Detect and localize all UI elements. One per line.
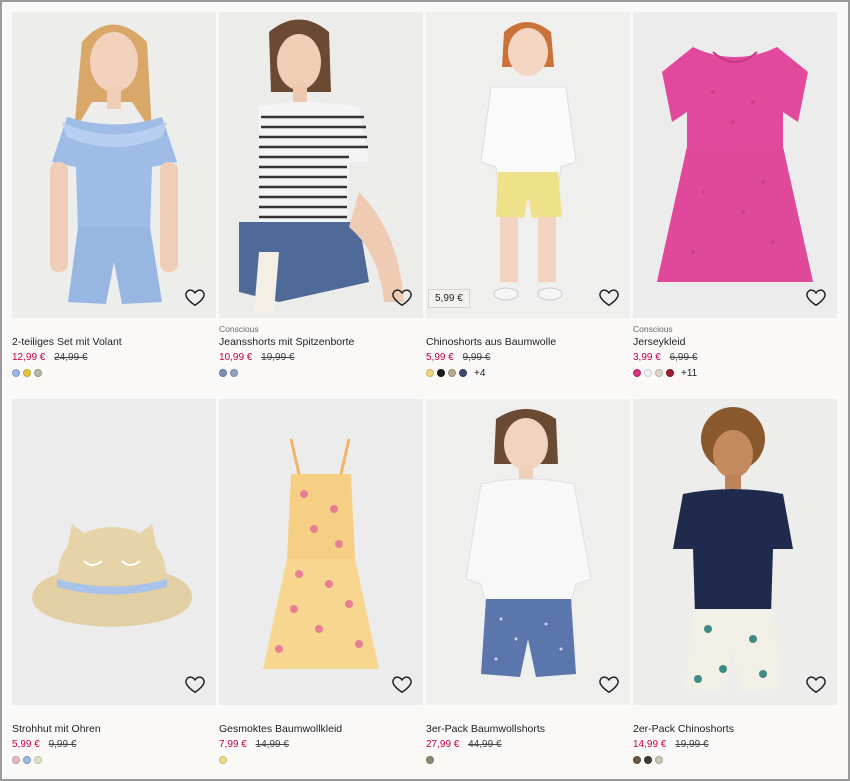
product-image[interactable] [12,12,216,318]
original-price: 19,99 € [675,739,709,750]
sale-price: 5,99 € [426,352,454,363]
sale-price: 14,99 € [633,739,667,750]
original-price: 24,99 € [54,352,88,363]
price-row: 3,99 € 6,99 € [633,351,837,364]
product-image[interactable]: 5,99 € [426,12,630,318]
product-card[interactable]: Conscious Jeansshorts mit Spitzenborte 1… [219,12,423,378]
original-price: 19,99 € [261,352,295,363]
price-tag: 5,99 € [428,289,470,308]
original-price: 44,99 € [468,739,502,750]
color-swatch[interactable] [34,369,42,377]
color-swatch[interactable] [666,369,674,377]
product-card[interactable]: 2-teiliges Set mit Volant 12,99 € 24,99 … [12,12,216,378]
color-swatch[interactable] [644,756,652,764]
product-name[interactable]: Chinoshorts aus Baumwolle [426,336,630,349]
price-row: 14,99 € 19,99 € [633,738,837,751]
conscious-label [426,324,630,335]
price-row: 5,99 € 9,99 € [12,738,216,751]
product-image[interactable] [219,12,423,318]
color-swatches [633,755,837,765]
product-name[interactable]: Jeansshorts mit Spitzenborte [219,336,423,349]
original-price: 9,99 € [48,739,77,750]
color-swatches: +11 [633,368,837,379]
product-name[interactable]: 2er-Pack Chinoshorts [633,723,837,736]
sale-price: 10,99 € [219,352,253,363]
heart-outline-icon[interactable] [598,286,620,308]
sale-price: 3,99 € [633,352,661,363]
sale-price: 12,99 € [12,352,46,363]
product-card[interactable]: Conscious Jerseykleid 3,99 € 6,99 € +11 [633,12,837,379]
color-swatch[interactable] [23,369,31,377]
more-colors-count[interactable]: +11 [681,368,697,379]
product-image[interactable] [426,399,630,705]
price-row: 5,99 € 9,99 € [426,351,630,364]
heart-outline-icon[interactable] [184,286,206,308]
heart-outline-icon[interactable] [391,673,413,695]
color-swatches [426,755,630,765]
product-name[interactable]: Strohhut mit Ohren [12,723,216,736]
sale-price: 27,99 € [426,739,460,750]
color-swatch[interactable] [34,756,42,764]
product-card[interactable]: 3er-Pack Baumwollshorts 27,99 € 44,99 € [426,399,630,765]
color-swatch[interactable] [644,369,652,377]
color-swatches [12,755,216,765]
color-swatch[interactable] [426,756,434,764]
color-swatch[interactable] [459,369,467,377]
color-swatches [219,755,423,765]
color-swatch[interactable] [219,756,227,764]
price-row: 10,99 € 19,99 € [219,351,423,364]
sale-price: 7,99 € [219,739,247,750]
product-card[interactable]: Gesmoktes Baumwollkleid 7,99 € 14,99 € [219,399,423,765]
product-image[interactable] [633,12,837,318]
color-swatches [12,368,216,378]
color-swatch[interactable] [655,369,663,377]
original-price: 14,99 € [255,739,289,750]
color-swatch[interactable] [633,369,641,377]
product-grid: 2-teiliges Set mit Volant 12,99 € 24,99 … [2,2,848,779]
product-card[interactable]: 5,99 € Chinoshorts aus Baumwolle 5,99 € … [426,12,630,379]
color-swatches: +4 [426,368,630,379]
heart-outline-icon[interactable] [391,286,413,308]
conscious-label: Conscious [219,324,259,334]
color-swatch[interactable] [12,369,20,377]
product-name[interactable]: Jerseykleid [633,336,837,349]
heart-outline-icon[interactable] [598,673,620,695]
product-image[interactable] [12,399,216,705]
conscious-label: Conscious [633,324,673,334]
color-swatches [219,368,423,378]
price-row: 12,99 € 24,99 € [12,351,216,364]
color-swatch[interactable] [426,369,434,377]
color-swatch[interactable] [230,369,238,377]
product-grid-frame: 2-teiliges Set mit Volant 12,99 € 24,99 … [0,0,850,781]
color-swatch[interactable] [219,369,227,377]
product-image[interactable] [219,399,423,705]
color-swatch[interactable] [633,756,641,764]
product-name[interactable]: Gesmoktes Baumwollkleid [219,723,423,736]
original-price: 6,99 € [669,352,698,363]
heart-outline-icon[interactable] [805,673,827,695]
product-name[interactable]: 2-teiliges Set mit Volant [12,336,216,349]
conscious-label [426,711,630,722]
price-row: 7,99 € 14,99 € [219,738,423,751]
conscious-label [219,711,423,722]
product-card[interactable]: Strohhut mit Ohren 5,99 € 9,99 € [12,399,216,765]
conscious-label [633,711,837,722]
original-price: 9,99 € [462,352,491,363]
color-swatch[interactable] [448,369,456,377]
conscious-label [12,324,216,335]
color-swatch[interactable] [437,369,445,377]
product-card[interactable]: 2er-Pack Chinoshorts 14,99 € 19,99 € [633,399,837,765]
more-colors-count[interactable]: +4 [474,368,485,379]
product-image[interactable] [633,399,837,705]
heart-outline-icon[interactable] [184,673,206,695]
price-row: 27,99 € 44,99 € [426,738,630,751]
heart-outline-icon[interactable] [805,286,827,308]
sale-price: 5,99 € [12,739,40,750]
product-name[interactable]: 3er-Pack Baumwollshorts [426,723,630,736]
color-swatch[interactable] [23,756,31,764]
color-swatch[interactable] [12,756,20,764]
conscious-label [12,711,216,722]
color-swatch[interactable] [655,756,663,764]
